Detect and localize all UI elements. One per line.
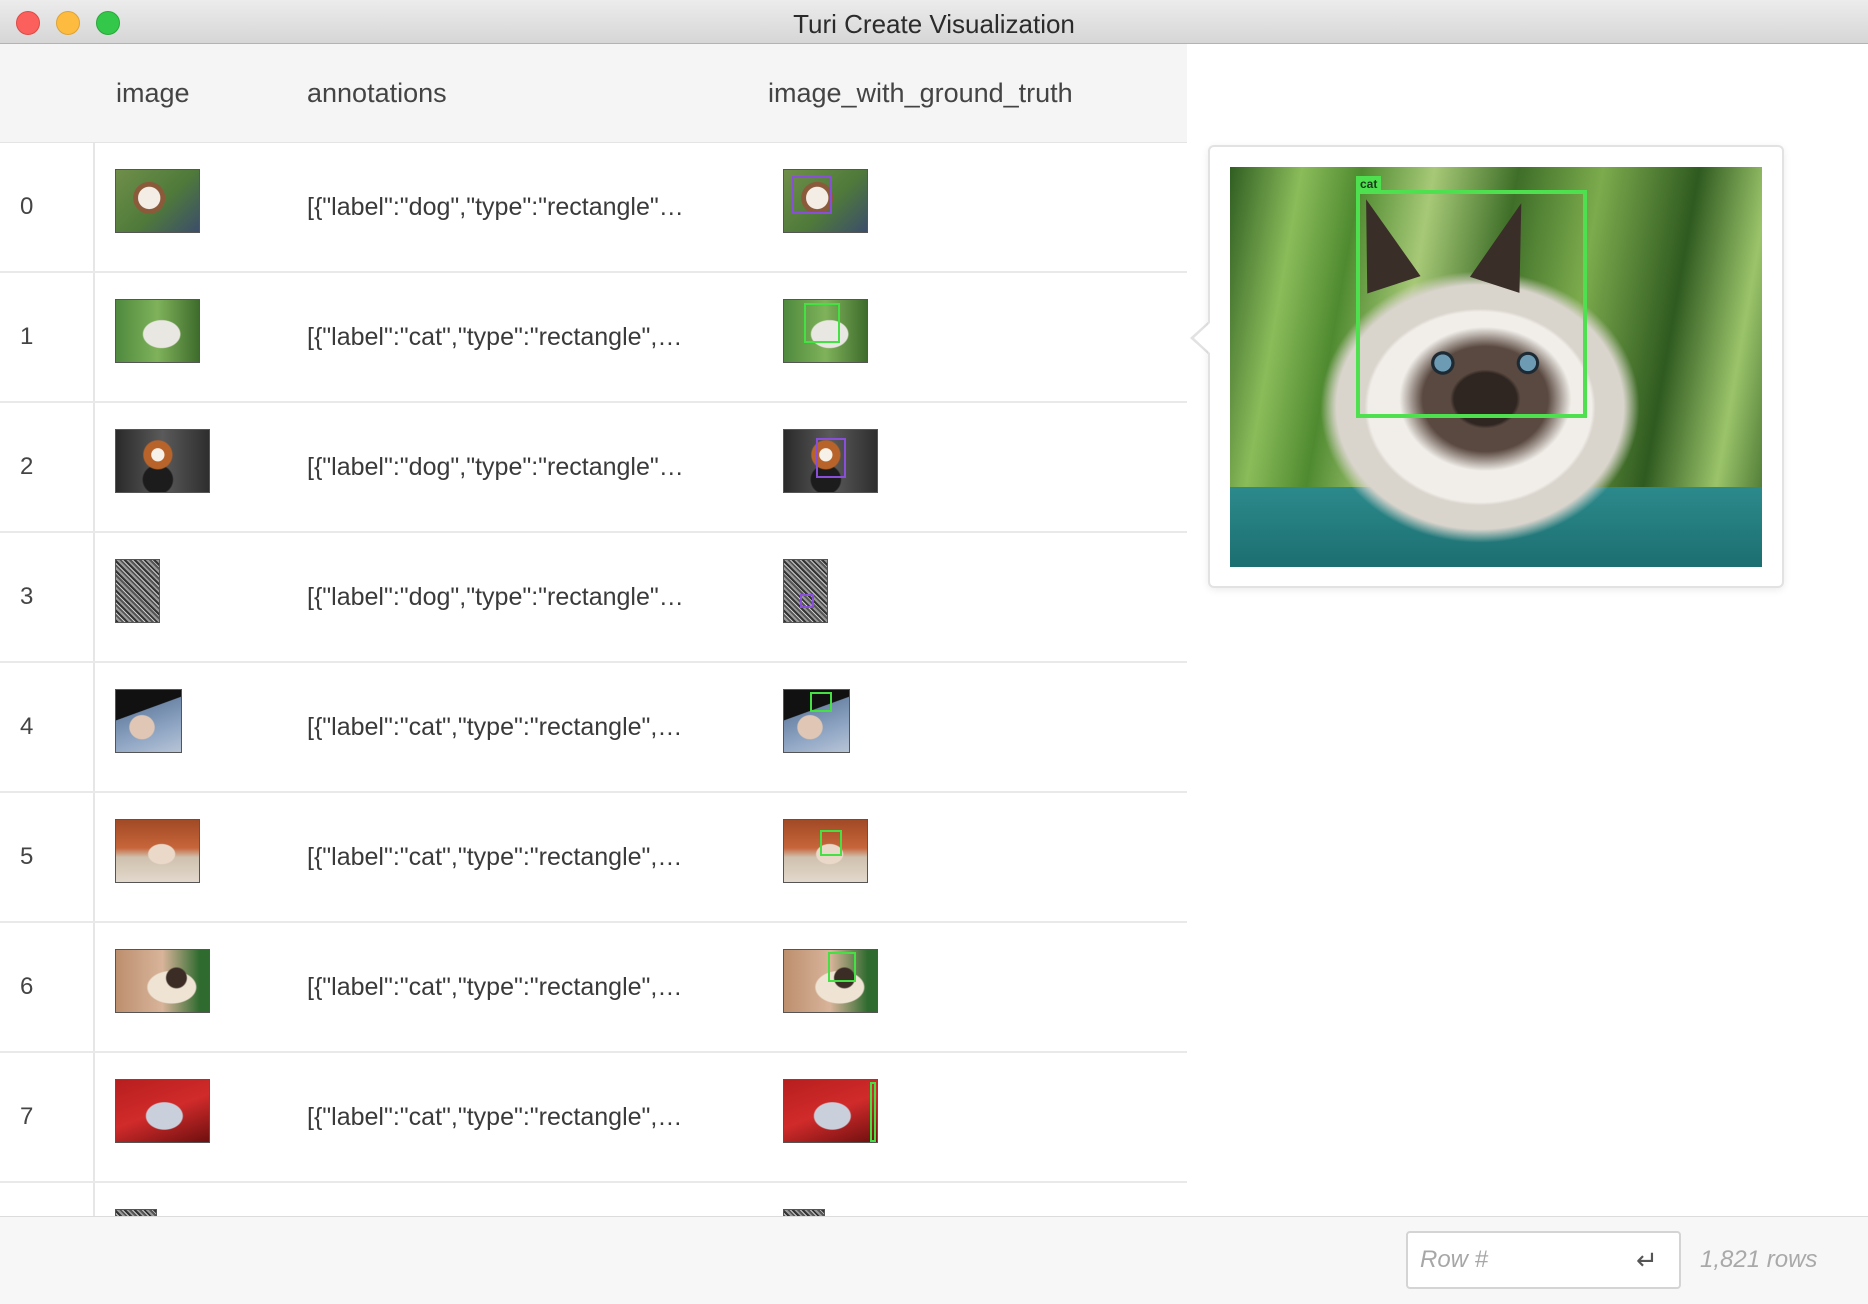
bounding-box (828, 952, 856, 982)
row-index-cell: 7 (0, 1053, 95, 1181)
row-index: 6 (20, 973, 34, 1000)
table-row: 5 [{"label":"cat","type":"rectangle",… (0, 793, 1187, 923)
table-body: 0 [{"label":"dog","type":"rectangle"… 1 … (0, 143, 1187, 1216)
table-row: 1 [{"label":"cat","type":"rectangle",… (0, 273, 1187, 403)
annotation-cell: [{"label":"cat","type":"rectangle",… (307, 973, 683, 1001)
ground-truth-thumbnail[interactable] (783, 299, 868, 363)
image-thumbnail[interactable] (115, 949, 210, 1013)
image-thumbnail[interactable] (115, 819, 200, 883)
row-index-cell: 3 (0, 533, 95, 661)
column-header-image-with-ground-truth[interactable]: image_with_ground_truth (768, 78, 1073, 109)
ground-truth-thumbnail[interactable] (783, 1079, 878, 1143)
row-index-cell: 2 (0, 403, 95, 531)
bounding-box (810, 692, 832, 712)
image-thumbnail[interactable] (115, 559, 160, 623)
table-row: 4 [{"label":"cat","type":"rectangle",… (0, 663, 1187, 793)
ground-truth-thumbnail[interactable] (783, 819, 868, 883)
annotation-cell: [{"label":"dog","type":"rectangle"… (307, 193, 684, 221)
title-bar: Turi Create Visualization (0, 0, 1868, 44)
table-row: 2 [{"label":"dog","type":"rectangle"… (0, 403, 1187, 533)
image-thumbnail[interactable] (115, 689, 182, 753)
row-index-cell: 4 (0, 663, 95, 791)
annotation-cell: [{"label":"cat","type":"rectangle",… (307, 323, 683, 351)
data-table: image annotations image_with_ground_trut… (0, 44, 1187, 1216)
bounding-box (804, 303, 840, 343)
row-index-cell: 6 (0, 923, 95, 1051)
row-index: 0 (20, 193, 34, 220)
bounding-box (792, 176, 832, 214)
annotation-cell: [{"label":"dog","type":"rectangle"… (307, 583, 684, 611)
table-row: 7 [{"label":"cat","type":"rectangle",… (0, 1053, 1187, 1183)
bounding-box (800, 594, 814, 608)
row-count: 1,821 rows (1700, 1246, 1818, 1273)
image-thumbnail[interactable] (115, 1209, 157, 1216)
image-thumbnail[interactable] (115, 169, 200, 233)
ground-truth-thumbnail[interactable] (783, 559, 828, 623)
annotation-cell: [{"label":"cat","type":"rectangle",… (307, 1103, 683, 1131)
bounding-box (816, 438, 846, 478)
ground-truth-thumbnail[interactable] (783, 949, 878, 1013)
row-index-cell: 0 (0, 143, 95, 271)
ground-truth-bounding-box (1356, 190, 1587, 418)
bounding-box-label: cat (1356, 176, 1382, 192)
row-index: 5 (20, 843, 34, 870)
table-row: 6 [{"label":"cat","type":"rectangle",… (0, 923, 1187, 1053)
row-index-cell: 1 (0, 273, 95, 401)
image-thumbnail[interactable] (115, 299, 200, 363)
ground-truth-thumbnail[interactable] (783, 689, 850, 753)
footer-bar: ↵ 1,821 rows (0, 1216, 1868, 1304)
row-index-cell (0, 1183, 95, 1216)
row-index: 7 (20, 1103, 34, 1130)
table-row (0, 1183, 1187, 1216)
row-index: 2 (20, 453, 34, 480)
annotation-cell: [{"label":"dog","type":"rectangle"… (307, 453, 684, 481)
row-index: 1 (20, 323, 34, 350)
row-index: 4 (20, 713, 34, 740)
image-thumbnail[interactable] (115, 1079, 210, 1143)
ground-truth-thumbnail[interactable] (783, 1209, 825, 1216)
ground-truth-thumbnail[interactable] (783, 169, 868, 233)
bounding-box (820, 830, 842, 856)
annotation-cell: [{"label":"cat","type":"rectangle",… (307, 713, 683, 741)
annotation-cell: [{"label":"cat","type":"rectangle",… (307, 843, 683, 871)
bounding-box (870, 1082, 876, 1142)
table-row: 0 [{"label":"dog","type":"rectangle"… (0, 143, 1187, 273)
popover-arrow-fill (1194, 322, 1211, 354)
image-preview-popover: cat (1208, 145, 1784, 588)
return-key-icon[interactable]: ↵ (1636, 1245, 1658, 1276)
row-index-cell: 5 (0, 793, 95, 921)
column-header-image[interactable]: image (116, 78, 190, 109)
image-thumbnail[interactable] (115, 429, 210, 493)
table-header: image annotations image_with_ground_trut… (0, 44, 1187, 143)
column-header-annotations[interactable]: annotations (307, 78, 447, 109)
ground-truth-thumbnail[interactable] (783, 429, 878, 493)
table-row: 3 [{"label":"dog","type":"rectangle"… (0, 533, 1187, 663)
row-index: 3 (20, 583, 34, 610)
window-title: Turi Create Visualization (793, 9, 1075, 39)
preview-image: cat (1230, 167, 1762, 567)
